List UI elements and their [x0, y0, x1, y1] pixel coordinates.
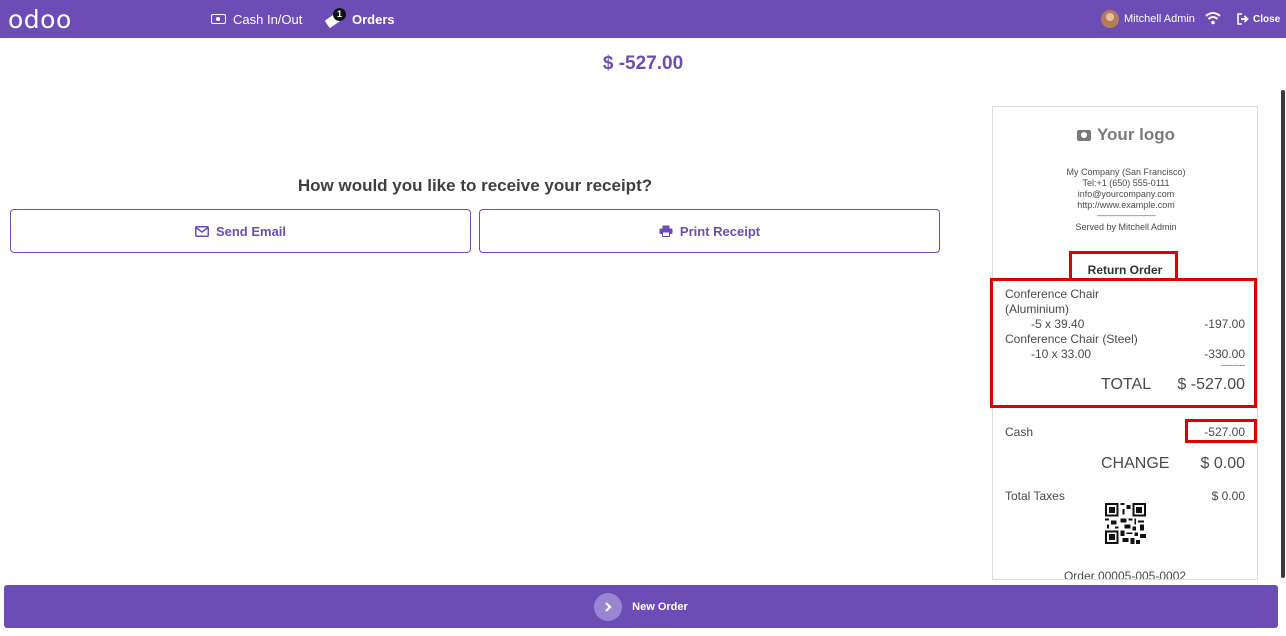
- total-label: TOTAL: [1101, 376, 1152, 393]
- served-by: Served by Mitchell Admin: [1075, 222, 1177, 232]
- qr-code: [1105, 503, 1146, 544]
- order-reference: Order 00005-005-0002: [1063, 569, 1187, 580]
- print-receipt-label: Print Receipt: [679, 223, 761, 239]
- user-name: Mitchell Admin: [1124, 13, 1195, 25]
- order-amount: $ -527.00: [602, 53, 684, 74]
- scrollbar[interactable]: [1281, 90, 1285, 578]
- top-bar: odoo Cash In/Out 1 Orders Mitchell Admin…: [0, 0, 1286, 38]
- company-divider: --------------------------------: [1096, 213, 1156, 220]
- company-info: My Company (San Francisco) Tel:+1 (650) …: [993, 167, 1257, 233]
- send-email-label: Send Email: [215, 223, 287, 239]
- new-order-label: New Order: [632, 600, 688, 613]
- company-website: http://www.example.com: [1077, 200, 1175, 210]
- company-name: My Company (San Francisco): [1066, 167, 1186, 177]
- line-amount: -197.00: [1204, 317, 1245, 331]
- close-button[interactable]: Close: [1237, 0, 1280, 38]
- line-product-name: Conference Chair (Steel): [1005, 332, 1138, 346]
- odoo-logo: odoo: [8, 5, 72, 34]
- line-product-name: Conference Chair: [1005, 287, 1100, 301]
- company-email: info@yourcompany.com: [1077, 189, 1175, 199]
- line-quantity: -10 x 33.00: [1031, 347, 1092, 361]
- line-amount: -330.00: [1204, 347, 1245, 361]
- avatar: [1101, 10, 1119, 28]
- line-product-variant: (Aluminium): [1005, 302, 1070, 316]
- print-receipt-button[interactable]: Print Receipt: [479, 209, 940, 253]
- change-label: CHANGE: [1101, 455, 1170, 472]
- cash-in-out-button[interactable]: Cash In/Out: [211, 0, 302, 38]
- change-value: $ 0.00: [1200, 455, 1245, 472]
- taxes-value: $ 0.00: [1211, 489, 1245, 503]
- close-label: Close: [1253, 13, 1281, 25]
- printer-icon: [659, 225, 673, 237]
- line-quantity: -5 x 39.40: [1031, 317, 1085, 331]
- total-separator: --------: [1221, 360, 1245, 370]
- receipt-logo: Your logo: [993, 125, 1257, 145]
- envelope-icon: [194, 225, 209, 237]
- orders-count-badge: 1: [333, 8, 346, 21]
- total-value: $ -527.00: [1177, 376, 1245, 393]
- send-email-button[interactable]: Send Email: [10, 209, 471, 253]
- payment-amount: -527.00: [1204, 425, 1245, 439]
- sign-out-icon: [1237, 13, 1249, 25]
- receipt-preview: Your logo My Company (San Francisco) Tel…: [992, 106, 1258, 580]
- chevron-right-icon: [594, 592, 623, 621]
- wifi-icon[interactable]: [1205, 11, 1221, 25]
- taxes-label: Total Taxes: [1005, 489, 1065, 503]
- user-menu[interactable]: Mitchell Admin: [1101, 0, 1195, 38]
- cash-in-out-label: Cash In/Out: [233, 11, 303, 27]
- receipt-title: Return Order: [1087, 263, 1163, 277]
- receipt-question: How would you like to receive your recei…: [297, 176, 653, 195]
- ticket-icon: 1: [324, 8, 346, 29]
- company-phone: Tel:+1 (650) 555-0111: [1082, 178, 1170, 188]
- payment-method: Cash: [1005, 425, 1034, 439]
- orders-label: Orders: [352, 11, 395, 27]
- new-order-button[interactable]: New Order: [4, 585, 1278, 628]
- money-icon: [211, 14, 226, 24]
- camera-icon: [1076, 129, 1091, 141]
- orders-button[interactable]: 1 Orders: [324, 0, 395, 38]
- receipt-logo-text: Your logo: [1096, 125, 1176, 144]
